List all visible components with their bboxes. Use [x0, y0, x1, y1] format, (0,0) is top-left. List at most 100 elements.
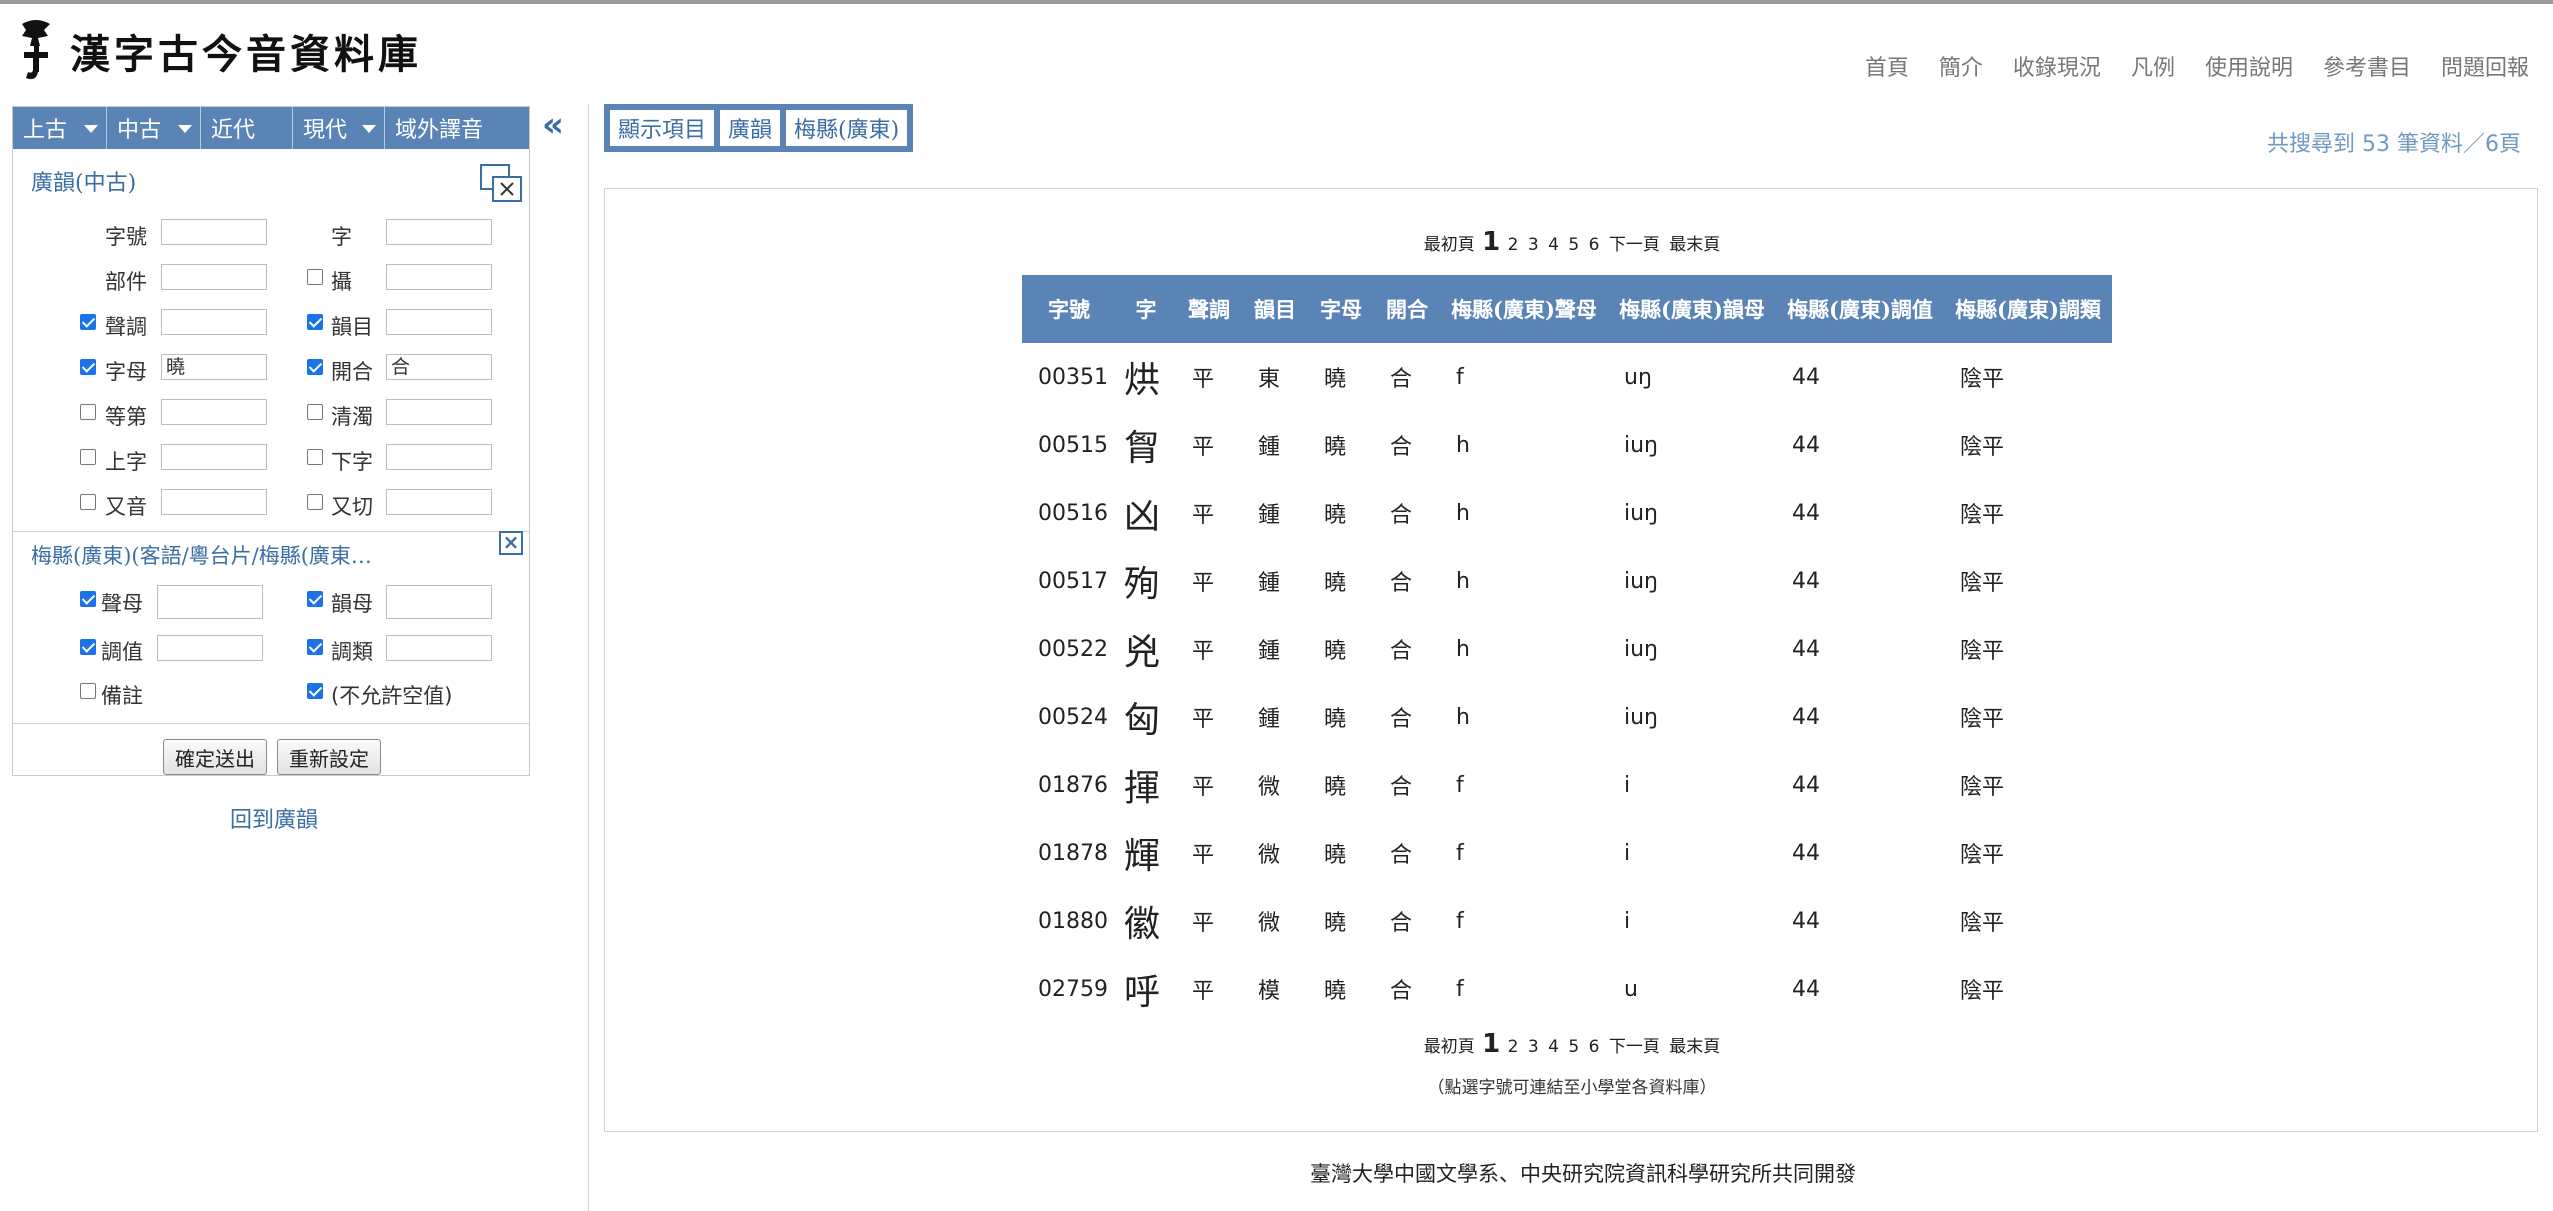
- pager-page-4[interactable]: 4: [1548, 1037, 1559, 1057]
- pager-next[interactable]: 下一頁: [1609, 235, 1660, 255]
- shangzi-input[interactable]: [161, 444, 267, 470]
- tab-middle[interactable]: 中古: [107, 107, 201, 149]
- submit-button[interactable]: 確定送出: [163, 739, 267, 775]
- shengdiao-checkbox[interactable]: [80, 314, 96, 330]
- nav-home[interactable]: 首頁: [1865, 50, 1909, 82]
- tab-ancient[interactable]: 上古: [13, 107, 107, 149]
- pager-first[interactable]: 最初頁: [1424, 1037, 1475, 1057]
- display-items-button[interactable]: 顯示項目: [610, 110, 715, 146]
- shengmu-checkbox[interactable]: [80, 591, 96, 607]
- bujian-input[interactable]: [161, 264, 267, 290]
- youyin-label: 又音: [105, 495, 147, 519]
- site-logo[interactable]: 漢字古今音資料庫: [14, 16, 422, 86]
- tab-modern[interactable]: 現代: [293, 107, 385, 149]
- kaihe-input[interactable]: 合: [386, 354, 492, 380]
- remove-section-icon[interactable]: [479, 163, 523, 203]
- youyin-input[interactable]: [161, 489, 267, 515]
- char-id-link[interactable]: 00517: [1022, 547, 1116, 615]
- noempty-checkbox[interactable]: [307, 683, 323, 699]
- xiazi-checkbox[interactable]: [307, 449, 323, 465]
- she-label: 攝: [331, 270, 352, 294]
- dengdi-label: 等第: [105, 405, 147, 429]
- back-to-guangyun-link[interactable]: 回到廣韻: [230, 802, 318, 834]
- logo-mark-icon: [22, 20, 50, 80]
- field-row: 清濁: [331, 401, 373, 431]
- youqie-input[interactable]: [386, 489, 492, 515]
- nav-report[interactable]: 問題回報: [2441, 50, 2529, 82]
- youyin-checkbox[interactable]: [80, 494, 96, 510]
- close-icon[interactable]: ×: [499, 531, 523, 555]
- nav-status[interactable]: 收錄現況: [2013, 50, 2101, 82]
- zimu-checkbox[interactable]: [80, 359, 96, 375]
- meixian-toggle-button[interactable]: 梅縣(廣東): [786, 110, 908, 146]
- diaozhi-checkbox[interactable]: [80, 639, 96, 655]
- dengdi-input[interactable]: [161, 399, 267, 425]
- table-cell: 陰平: [1960, 503, 2005, 528]
- diaozhi-input[interactable]: [157, 635, 263, 661]
- pager-page-6[interactable]: 6: [1589, 235, 1600, 255]
- diaolei-checkbox[interactable]: [307, 639, 323, 655]
- xiazi-input[interactable]: [386, 444, 492, 470]
- char-id-link[interactable]: 00524: [1022, 683, 1116, 751]
- zihao-input[interactable]: [161, 219, 267, 245]
- pager-page-5[interactable]: 5: [1568, 235, 1579, 255]
- char-id-link[interactable]: 02759: [1022, 955, 1116, 1023]
- kaihe-checkbox[interactable]: [307, 359, 323, 375]
- pager-last[interactable]: 最末頁: [1669, 1037, 1720, 1057]
- qingzhuo-input[interactable]: [386, 399, 492, 425]
- table-cell: 曉: [1324, 639, 1347, 664]
- nav-usage[interactable]: 使用說明: [2205, 50, 2293, 82]
- tab-foreign[interactable]: 域外譯音: [385, 107, 527, 149]
- yunmu-input[interactable]: [386, 309, 492, 335]
- beizhu-checkbox[interactable]: [80, 683, 96, 699]
- nav-references[interactable]: 參考書目: [2323, 50, 2411, 82]
- nav-legend[interactable]: 凡例: [2131, 50, 2175, 82]
- char-id-link[interactable]: 00522: [1022, 615, 1116, 683]
- table-cell: 曉: [1324, 503, 1347, 528]
- guangyun-toggle-button[interactable]: 廣韻: [720, 110, 781, 146]
- pager-current: 1: [1482, 1029, 1501, 1059]
- shangzi-checkbox[interactable]: [80, 449, 96, 465]
- pager-first[interactable]: 最初頁: [1424, 235, 1475, 255]
- table-cell: 合: [1390, 435, 1413, 460]
- pager-page-3[interactable]: 3: [1528, 235, 1539, 255]
- youqie-checkbox[interactable]: [307, 494, 323, 510]
- char-id-link[interactable]: 00515: [1022, 411, 1116, 479]
- meixian-yunmu-input[interactable]: [386, 585, 492, 619]
- pager-page-2[interactable]: 2: [1508, 235, 1519, 255]
- shengdiao-input[interactable]: [161, 309, 267, 335]
- pager-page-2[interactable]: 2: [1508, 1037, 1519, 1057]
- reset-button[interactable]: 重新設定: [277, 739, 381, 775]
- collapse-panel-icon[interactable]: «: [542, 108, 564, 142]
- pager-page-3[interactable]: 3: [1528, 1037, 1539, 1057]
- nav-intro[interactable]: 簡介: [1939, 50, 1983, 82]
- pager-last[interactable]: 最末頁: [1669, 235, 1720, 255]
- char-id-link[interactable]: 01876: [1022, 751, 1116, 819]
- char-id-link[interactable]: 00516: [1022, 479, 1116, 547]
- pager-page-6[interactable]: 6: [1589, 1037, 1600, 1057]
- she-input[interactable]: [386, 264, 492, 290]
- yunmu-checkbox[interactable]: [307, 314, 323, 330]
- table-cell: 平: [1192, 503, 1215, 528]
- zimu-input[interactable]: 曉: [161, 354, 267, 380]
- char-id-link[interactable]: 00351: [1022, 343, 1116, 411]
- table-cell: 平: [1192, 775, 1215, 800]
- table-cell: 鍾: [1258, 707, 1281, 732]
- pager-page-4[interactable]: 4: [1548, 235, 1559, 255]
- dengdi-checkbox[interactable]: [80, 404, 96, 420]
- tab-early-modern[interactable]: 近代: [201, 107, 293, 149]
- qingzhuo-checkbox[interactable]: [307, 404, 323, 420]
- she-checkbox[interactable]: [307, 269, 323, 285]
- pager-page-5[interactable]: 5: [1568, 1037, 1579, 1057]
- diaolei-input[interactable]: [386, 635, 492, 661]
- char-id-link[interactable]: 01878: [1022, 819, 1116, 887]
- meixian-yunmu-checkbox[interactable]: [307, 591, 323, 607]
- table-body: 00351 烘平東曉合 f uŋ 44 陰平 00515 胷平鍾曉合 h iuŋ 44 陰平 00516…: [1022, 343, 2112, 1023]
- meixian-yunmu-label: 韻母: [331, 592, 373, 616]
- char-id-link[interactable]: 01880: [1022, 887, 1116, 955]
- table-cell: 平: [1192, 571, 1215, 596]
- shengmu-input[interactable]: [157, 585, 263, 619]
- pager-next[interactable]: 下一頁: [1609, 1037, 1660, 1057]
- character-cell: 呼: [1124, 972, 1161, 1013]
- zi-input[interactable]: [386, 219, 492, 245]
